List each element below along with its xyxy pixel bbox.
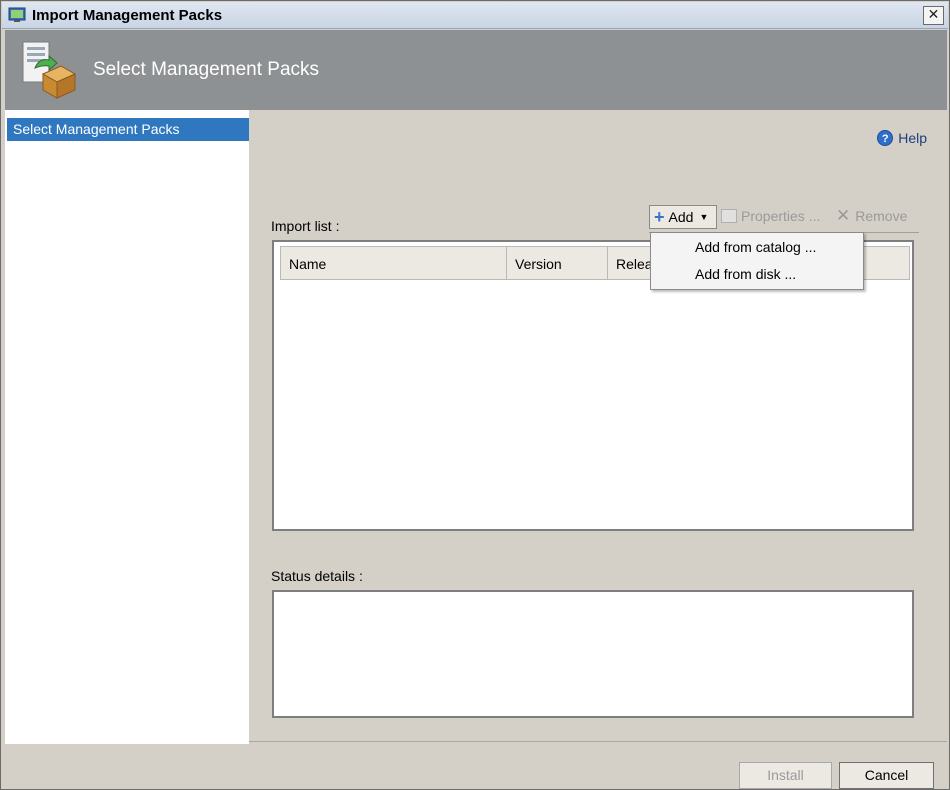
add-label: Add	[668, 209, 694, 225]
wizard-nav-panel: Select Management Packs	[5, 110, 249, 744]
wizard-content: ? Help Import list : + Add ▼ Properties …	[249, 110, 947, 744]
properties-button[interactable]: Properties ...	[721, 208, 820, 224]
close-button[interactable]: ✕	[923, 6, 944, 25]
cancel-button[interactable]: Cancel	[839, 762, 934, 789]
banner-title: Select Management Packs	[93, 59, 320, 80]
remove-label: Remove	[855, 208, 908, 224]
footer-divider	[249, 741, 947, 742]
import-management-packs-window: Import Management Packs ✕ Select Managem…	[0, 0, 950, 790]
install-button[interactable]: Install	[739, 762, 832, 789]
app-window-icon	[8, 7, 26, 22]
properties-icon	[721, 209, 737, 223]
menu-item-add-from-disk[interactable]: Add from disk ...	[695, 266, 796, 282]
help-icon: ?	[877, 130, 894, 146]
chevron-down-icon: ▼	[699, 212, 709, 222]
add-button[interactable]: + Add ▼	[649, 205, 717, 229]
import-toolbar: + Add ▼ Properties ... ✕ Remove	[649, 205, 919, 233]
plus-icon: +	[654, 207, 665, 227]
title-bar[interactable]: Import Management Packs ✕	[2, 2, 948, 29]
menu-item-add-from-catalog[interactable]: Add from catalog ...	[695, 239, 816, 255]
import-list-label: Import list :	[271, 218, 340, 234]
column-header-name[interactable]: Name	[281, 247, 507, 279]
help-label: Help	[898, 130, 927, 146]
help-link[interactable]: ? Help	[877, 130, 927, 146]
column-header-version[interactable]: Version	[507, 247, 608, 279]
properties-label: Properties ...	[741, 208, 821, 224]
window-title: Import Management Packs	[32, 7, 223, 24]
status-details-box[interactable]	[272, 590, 914, 718]
nav-item-select-management-packs[interactable]: Select Management Packs	[7, 118, 249, 141]
header-banner: Select Management Packs	[5, 30, 947, 110]
remove-button[interactable]: ✕ Remove	[836, 206, 908, 225]
add-dropdown-menu: Add from catalog ... Add from disk ...	[650, 232, 864, 290]
management-pack-icon	[22, 41, 77, 99]
remove-icon: ✕	[836, 206, 851, 225]
status-details-label: Status details :	[271, 568, 363, 584]
